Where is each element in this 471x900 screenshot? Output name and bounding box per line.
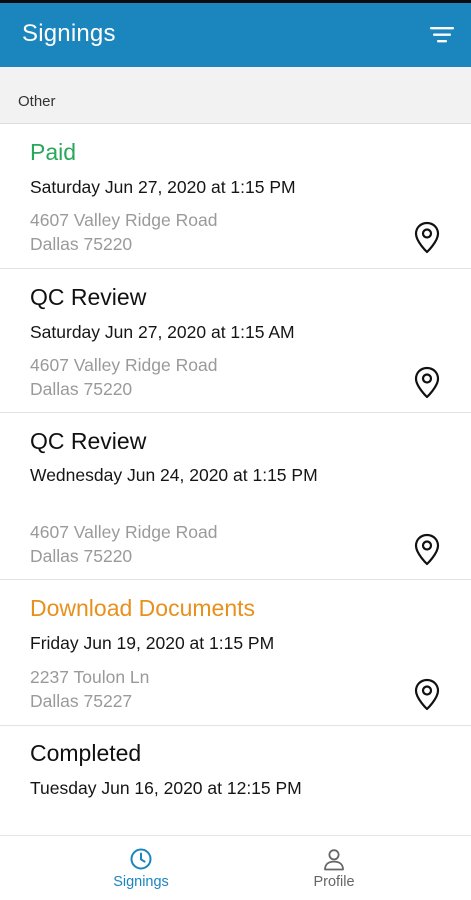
location-pin-icon	[414, 366, 440, 399]
filter-icon	[430, 27, 454, 43]
nav-tab-signings[interactable]: Signings	[61, 836, 221, 900]
signings-list[interactable]: Paid Saturday Jun 27, 2020 at 1:15 PM 46…	[0, 124, 471, 835]
clock-icon	[130, 848, 152, 870]
nav-tab-profile[interactable]: Profile	[254, 836, 414, 900]
signing-card[interactable]: QC Review Saturday Jun 27, 2020 at 1:15 …	[0, 269, 471, 413]
address-line1: 2237 Toulon Ln	[30, 667, 150, 687]
app-bar: Signings	[0, 0, 471, 67]
address-line2: Dallas 75220	[30, 234, 133, 254]
signing-date: Tuesday Jun 16, 2020 at 12:15 PM	[30, 778, 302, 798]
person-icon	[324, 849, 344, 871]
address-line1: 4607 Valley Ridge Road	[30, 355, 218, 375]
location-pin-icon	[414, 533, 440, 566]
signing-status: Download Documents	[30, 595, 256, 621]
address-line2: Dallas 75227	[30, 691, 133, 711]
location-pin-icon	[414, 221, 440, 254]
signing-date: Wednesday Jun 24, 2020 at 1:15 PM	[30, 465, 318, 485]
map-pin-button[interactable]	[412, 533, 442, 567]
signing-status: QC Review	[30, 428, 147, 454]
signing-date: Saturday Jun 27, 2020 at 1:15 PM	[30, 177, 296, 197]
bottom-navigation: Signings Profile	[0, 835, 471, 900]
location-pin-icon	[414, 678, 440, 711]
signing-date: Saturday Jun 27, 2020 at 1:15 AM	[30, 322, 295, 342]
signing-status: Paid	[30, 139, 77, 165]
signing-status: Completed	[30, 740, 142, 766]
signing-card[interactable]: QC Review Wednesday Jun 24, 2020 at 1:15…	[0, 413, 471, 580]
nav-label-signings: Signings	[113, 874, 169, 890]
nav-label-profile: Profile	[313, 874, 355, 890]
section-header: Other	[0, 67, 471, 124]
signing-card[interactable]: Download Documents Friday Jun 19, 2020 a…	[0, 580, 471, 726]
map-pin-button[interactable]	[412, 678, 442, 712]
address-line1: 4607 Valley Ridge Road	[30, 522, 218, 542]
signing-date: Friday Jun 19, 2020 at 1:15 PM	[30, 633, 275, 653]
section-label: Other	[18, 93, 56, 110]
page-title: Signings	[22, 20, 116, 47]
address-line1: 4607 Valley Ridge Road	[30, 210, 218, 230]
address-line2: Dallas 75220	[30, 379, 133, 399]
map-pin-button[interactable]	[412, 221, 442, 255]
filter-button[interactable]	[427, 21, 457, 49]
signing-card[interactable]: Completed Tuesday Jun 16, 2020 at 12:15 …	[0, 726, 471, 835]
signing-card[interactable]: Paid Saturday Jun 27, 2020 at 1:15 PM 46…	[0, 124, 471, 269]
address-line2: Dallas 75220	[30, 546, 133, 566]
signing-status: QC Review	[30, 284, 147, 310]
map-pin-button[interactable]	[412, 366, 442, 400]
